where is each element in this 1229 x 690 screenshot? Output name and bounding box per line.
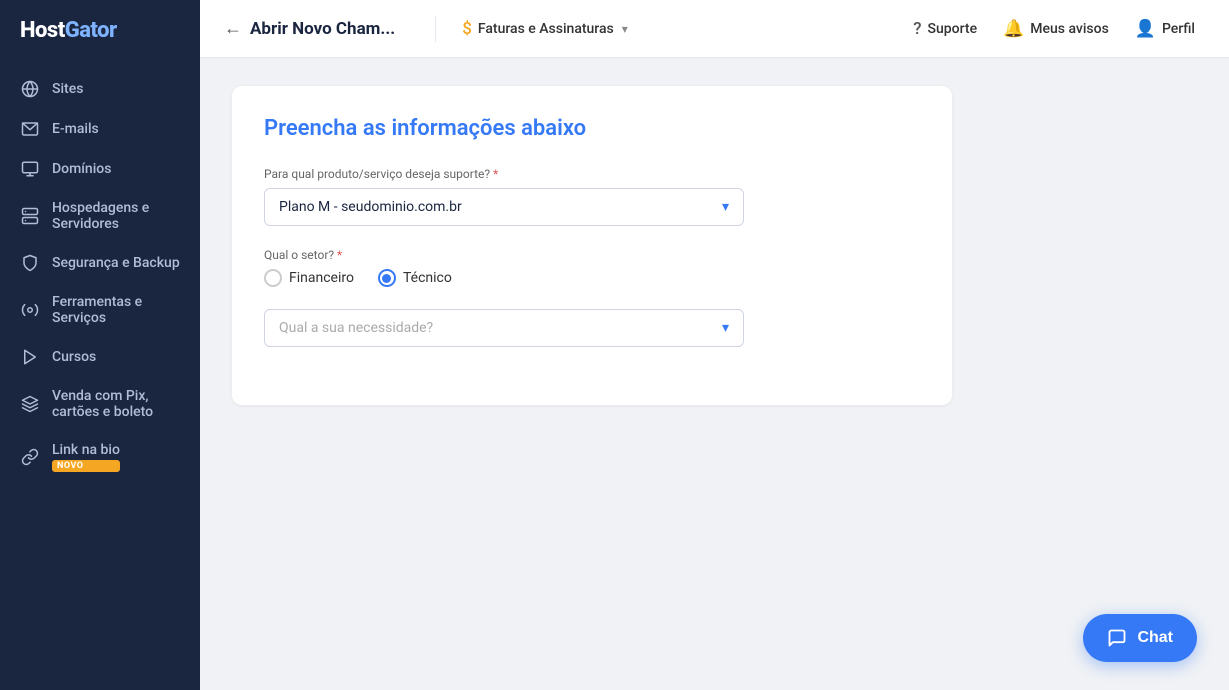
link-icon — [20, 448, 40, 466]
topnav: ← Abrir Novo Cham... $ Faturas e Assinat… — [200, 0, 1229, 58]
novo-badge: NOVO — [52, 460, 120, 472]
sidebar-item-seguranca[interactable]: Segurança e Backup — [0, 243, 200, 283]
avisos-button[interactable]: 🔔 Meus avisos — [993, 13, 1119, 45]
sidebar-item-sites[interactable]: Sites — [0, 69, 200, 109]
sidebar-item-emails[interactable]: E-mails — [0, 109, 200, 149]
product-select[interactable]: Plano M - seudominio.com.br ▾ — [264, 188, 744, 226]
need-select[interactable]: Qual a sua necessidade? ▾ — [264, 309, 744, 347]
suporte-button[interactable]: ? Suporte — [903, 13, 987, 45]
sidebar-item-ferramentas[interactable]: Ferramentas e Serviços — [0, 283, 200, 337]
sector-radio-group: Financeiro Técnico — [264, 269, 920, 287]
sidebar-item-label: Ferramentas e Serviços — [52, 294, 180, 326]
sidebar: HostGator Sites E-mails Domínios Hosped — [0, 0, 200, 690]
sidebar-item-hospedagens[interactable]: Hospedagens e Servidores — [0, 189, 200, 243]
product-label: Para qual produto/serviço deseja suporte… — [264, 167, 920, 181]
pix-icon — [20, 395, 40, 413]
email-icon — [20, 120, 40, 138]
sidebar-item-venda[interactable]: Venda com Pix, cartões e boleto — [0, 377, 200, 431]
chevron-down-icon: ▾ — [622, 22, 628, 36]
sidebar-item-label: Cursos — [52, 349, 96, 365]
back-arrow-icon: ← — [224, 18, 242, 39]
tools-icon — [20, 301, 40, 319]
product-group: Para qual produto/serviço deseja suporte… — [264, 167, 920, 226]
sidebar-nav: Sites E-mails Domínios Hospedagens e Ser… — [0, 61, 200, 491]
sidebar-item-dominios[interactable]: Domínios — [0, 149, 200, 189]
chat-button[interactable]: Chat — [1083, 614, 1197, 662]
need-group: Qual a sua necessidade? ▾ — [264, 309, 920, 347]
domain-icon — [20, 160, 40, 178]
radio-tecnico[interactable]: Técnico — [378, 269, 452, 287]
topnav-divider — [435, 16, 436, 42]
perfil-label: Perfil — [1162, 21, 1195, 37]
topnav-right: ? Suporte 🔔 Meus avisos 👤 Perfil — [903, 13, 1205, 45]
sidebar-item-linkbio[interactable]: Link na bio NOVO — [0, 431, 200, 483]
form-card: Preencha as informações abaixo Para qual… — [232, 86, 952, 405]
content-area: Preencha as informações abaixo Para qual… — [200, 58, 1229, 690]
page-title: Abrir Novo Cham... — [250, 19, 395, 39]
dollar-icon: $ — [462, 19, 472, 39]
sidebar-item-label: Domínios — [52, 161, 111, 177]
sidebar-item-label: Venda com Pix, cartões e boleto — [52, 388, 180, 420]
courses-icon — [20, 348, 40, 366]
chevron-down-icon: ▾ — [722, 199, 729, 215]
chat-icon — [1107, 628, 1127, 648]
sidebar-item-cursos[interactable]: Cursos — [0, 337, 200, 377]
suporte-label: Suporte — [928, 21, 978, 37]
bell-icon: 🔔 — [1003, 19, 1024, 39]
chat-label: Chat — [1137, 629, 1173, 647]
main-area: ← Abrir Novo Cham... $ Faturas e Assinat… — [200, 0, 1229, 690]
radio-circle-tecnico — [378, 269, 396, 287]
globe-icon — [20, 80, 40, 98]
required-mark: * — [337, 248, 342, 262]
faturas-menu[interactable]: $ Faturas e Assinaturas ▾ — [452, 13, 638, 45]
chevron-down-icon: ▾ — [722, 320, 729, 336]
radio-label-tecnico: Técnico — [403, 270, 452, 286]
sidebar-item-label: Sites — [52, 81, 83, 97]
sector-label: Qual o setor? * — [264, 248, 920, 262]
form-title: Preencha as informações abaixo — [264, 116, 920, 141]
perfil-button[interactable]: 👤 Perfil — [1125, 13, 1205, 45]
logo: HostGator — [0, 0, 200, 61]
server-icon — [20, 207, 40, 225]
radio-circle-financeiro — [264, 269, 282, 287]
sidebar-item-label: E-mails — [52, 121, 99, 137]
question-icon: ? — [913, 19, 921, 39]
sidebar-item-label: Hospedagens e Servidores — [52, 200, 180, 232]
sector-group: Qual o setor? * Financeiro Técnico — [264, 248, 920, 287]
radio-financeiro[interactable]: Financeiro — [264, 269, 354, 287]
shield-icon — [20, 254, 40, 272]
sidebar-item-label: Segurança e Backup — [52, 255, 180, 271]
radio-label-financeiro: Financeiro — [289, 270, 354, 286]
need-placeholder: Qual a sua necessidade? — [279, 320, 433, 336]
required-mark: * — [493, 167, 498, 181]
back-button[interactable]: ← Abrir Novo Cham... — [224, 18, 395, 39]
sidebar-item-label: Link na bio — [52, 442, 120, 458]
product-value: Plano M - seudominio.com.br — [279, 199, 462, 215]
user-icon: 👤 — [1135, 19, 1156, 39]
faturas-label: Faturas e Assinaturas — [478, 21, 614, 37]
avisos-label: Meus avisos — [1030, 21, 1109, 37]
